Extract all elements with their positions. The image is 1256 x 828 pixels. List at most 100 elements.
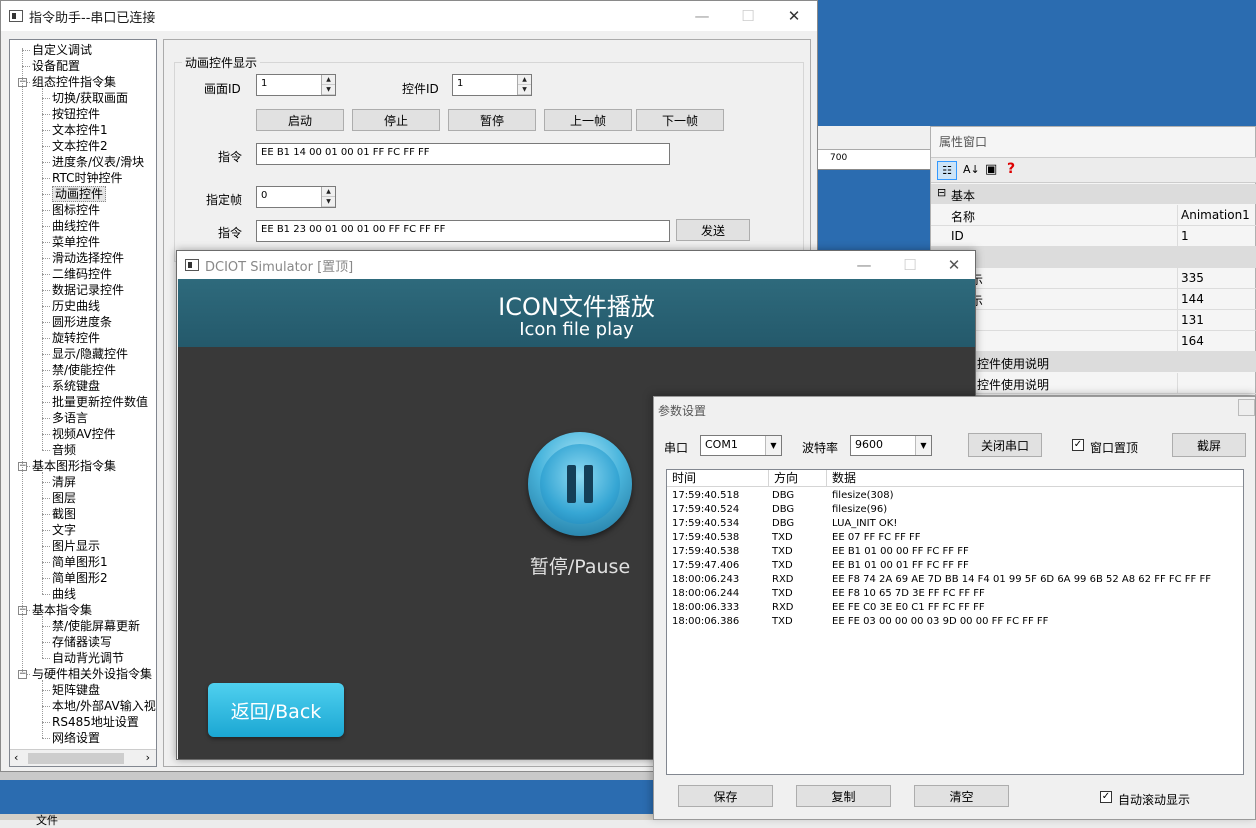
- command-tree[interactable]: 自定义调试 设备配置 组态控件指令集 − 切换/获取画面 按钮控件 文本控件1 文本控件2 进度…: [9, 39, 157, 767]
- tree-item[interactable]: 切换/获取画面: [52, 90, 128, 106]
- tree-item[interactable]: 图标控件: [52, 202, 100, 218]
- tree-item[interactable]: 多语言: [52, 410, 88, 426]
- pause-icon[interactable]: [528, 432, 632, 536]
- tree-item[interactable]: 曲线控件: [52, 218, 100, 234]
- scroll-right-icon[interactable]: ›: [146, 751, 150, 764]
- spin-down-icon[interactable]: ▼: [322, 85, 335, 95]
- next-frame-button[interactable]: 下一帧: [636, 109, 724, 131]
- tree-item[interactable]: 显示/隐藏控件: [52, 346, 128, 362]
- tree-item[interactable]: 文本控件2: [52, 138, 108, 154]
- tree-item[interactable]: 视频AV控件: [52, 426, 116, 442]
- tree-item[interactable]: RTC时钟控件: [52, 170, 122, 186]
- chevron-down-icon[interactable]: ▼: [765, 436, 781, 455]
- tree-item[interactable]: 旋转控件: [52, 330, 100, 346]
- minimize-icon[interactable]: —: [679, 1, 725, 31]
- property-row-width[interactable]: 131: [931, 310, 1256, 331]
- chevron-down-icon[interactable]: ▼: [915, 436, 931, 455]
- section-basic[interactable]: ⊟ 基本: [931, 184, 1256, 204]
- screen-id-input[interactable]: 1 ▲ ▼: [256, 74, 336, 96]
- tree-item[interactable]: 简单图形1: [52, 554, 108, 570]
- col-time-header[interactable]: 时间: [667, 470, 769, 487]
- close-port-button[interactable]: 关闭串口: [968, 433, 1042, 457]
- spin-down-icon[interactable]: ▼: [322, 197, 335, 207]
- categorized-icon[interactable]: ☷: [937, 161, 957, 180]
- control-id-input[interactable]: 1 ▲ ▼: [452, 74, 532, 96]
- tree-group[interactable]: 组态控件指令集: [32, 74, 116, 90]
- tree-item[interactable]: 禁/使能控件: [52, 362, 116, 378]
- scroll-thumb[interactable]: [28, 753, 124, 764]
- tree-group[interactable]: 与硬件相关外设指令集: [32, 666, 152, 682]
- param-close-icon[interactable]: [1238, 399, 1255, 416]
- screen-id-spinner[interactable]: ▲ ▼: [321, 75, 335, 95]
- property-row-desc[interactable]: 控件使用说明: [931, 373, 1256, 394]
- copy-button[interactable]: 复制: [796, 785, 891, 807]
- collapse-icon[interactable]: ⊟: [937, 186, 946, 199]
- tree-item[interactable]: 圆形进度条: [52, 314, 112, 330]
- tree-item[interactable]: 网络设置: [52, 730, 100, 746]
- screenshot-button[interactable]: 截屏: [1172, 433, 1246, 457]
- spin-up-icon[interactable]: ▲: [518, 75, 531, 85]
- tree-group[interactable]: 自定义调试: [32, 42, 92, 58]
- command-field-1[interactable]: EE B1 14 00 01 00 01 FF FC FF FF: [256, 143, 670, 165]
- tree-item[interactable]: 历史曲线: [52, 298, 100, 314]
- close-icon[interactable]: ✕: [771, 1, 817, 31]
- tree-item[interactable]: 菜单控件: [52, 234, 100, 250]
- property-row-name[interactable]: 名称 Animation1: [931, 205, 1256, 226]
- tree-group[interactable]: 基本图形指令集: [32, 458, 116, 474]
- prev-frame-button[interactable]: 上一帧: [544, 109, 632, 131]
- tree-hscrollbar[interactable]: ‹ ›: [10, 749, 156, 766]
- close-icon[interactable]: ✕: [931, 251, 977, 279]
- tree-item[interactable]: 图片显示: [52, 538, 100, 554]
- maximize-icon[interactable]: ☐: [887, 251, 933, 279]
- tree-item[interactable]: 简单图形2: [52, 570, 108, 586]
- frame-spinner[interactable]: ▲ ▼: [321, 187, 335, 207]
- col-data-header[interactable]: 数据: [827, 470, 1243, 487]
- frame-input[interactable]: 0 ▲ ▼: [256, 186, 336, 208]
- tree-item[interactable]: RS485地址设置: [52, 714, 139, 730]
- property-row-y[interactable]: 示 144: [931, 289, 1256, 310]
- property-pages-icon[interactable]: ▣: [985, 162, 997, 177]
- tree-item[interactable]: 自动背光调节: [52, 650, 124, 666]
- tree-item[interactable]: 曲线: [52, 586, 76, 602]
- control-id-spinner[interactable]: ▲ ▼: [517, 75, 531, 95]
- tree-item[interactable]: 矩阵键盘: [52, 682, 100, 698]
- start-button[interactable]: 启动: [256, 109, 344, 131]
- clear-button[interactable]: 清空: [914, 785, 1009, 807]
- baud-select[interactable]: 9600 ▼: [850, 435, 932, 456]
- send-button[interactable]: 发送: [676, 219, 750, 241]
- tree-item[interactable]: 禁/使能屏幕更新: [52, 618, 140, 634]
- tree-item[interactable]: 文本控件1: [52, 122, 108, 138]
- property-row-id[interactable]: ID 1: [931, 226, 1256, 247]
- col-direction-header[interactable]: 方向: [769, 470, 827, 487]
- spin-up-icon[interactable]: ▲: [322, 187, 335, 197]
- maximize-icon[interactable]: ☐: [725, 1, 771, 31]
- tree-group[interactable]: 设备配置: [32, 58, 80, 74]
- pause-button[interactable]: 暂停: [448, 109, 536, 131]
- command-field-2[interactable]: EE B1 23 00 01 00 01 00 FF FC FF FF: [256, 220, 670, 242]
- property-row-x[interactable]: 示 335: [931, 268, 1256, 289]
- section-description[interactable]: 控件使用说明: [931, 352, 1256, 372]
- property-row-height[interactable]: 164: [931, 331, 1256, 352]
- topmost-checkbox[interactable]: ✓: [1072, 439, 1084, 451]
- spin-down-icon[interactable]: ▼: [518, 85, 531, 95]
- back-button[interactable]: 返回/Back: [208, 683, 344, 737]
- tree-group[interactable]: 基本指令集: [32, 602, 92, 618]
- tree-item[interactable]: 截图: [52, 506, 76, 522]
- tree-item[interactable]: 本地/外部AV输入视频: [52, 698, 156, 714]
- tree-item[interactable]: 动画控件: [52, 186, 107, 202]
- tree-item[interactable]: 滑动选择控件: [52, 250, 124, 266]
- tree-item[interactable]: 系统键盘: [52, 378, 100, 394]
- tree-item[interactable]: 进度条/仪表/滑块: [52, 154, 144, 170]
- spin-up-icon[interactable]: ▲: [322, 75, 335, 85]
- autoscroll-checkbox[interactable]: ✓: [1100, 791, 1112, 803]
- minimize-icon[interactable]: —: [841, 251, 887, 279]
- stop-button[interactable]: 停止: [352, 109, 440, 131]
- port-select[interactable]: COM1 ▼: [700, 435, 782, 456]
- tree-item[interactable]: 文字: [52, 522, 76, 538]
- help-icon[interactable]: ?: [1007, 161, 1015, 177]
- tree-item[interactable]: 数据记录控件: [52, 282, 124, 298]
- tree-item[interactable]: 清屏: [52, 474, 76, 490]
- tree-item[interactable]: 批量更新控件数值: [52, 394, 148, 410]
- tree-item[interactable]: 图层: [52, 490, 76, 506]
- tree-item[interactable]: 二维码控件: [52, 266, 112, 282]
